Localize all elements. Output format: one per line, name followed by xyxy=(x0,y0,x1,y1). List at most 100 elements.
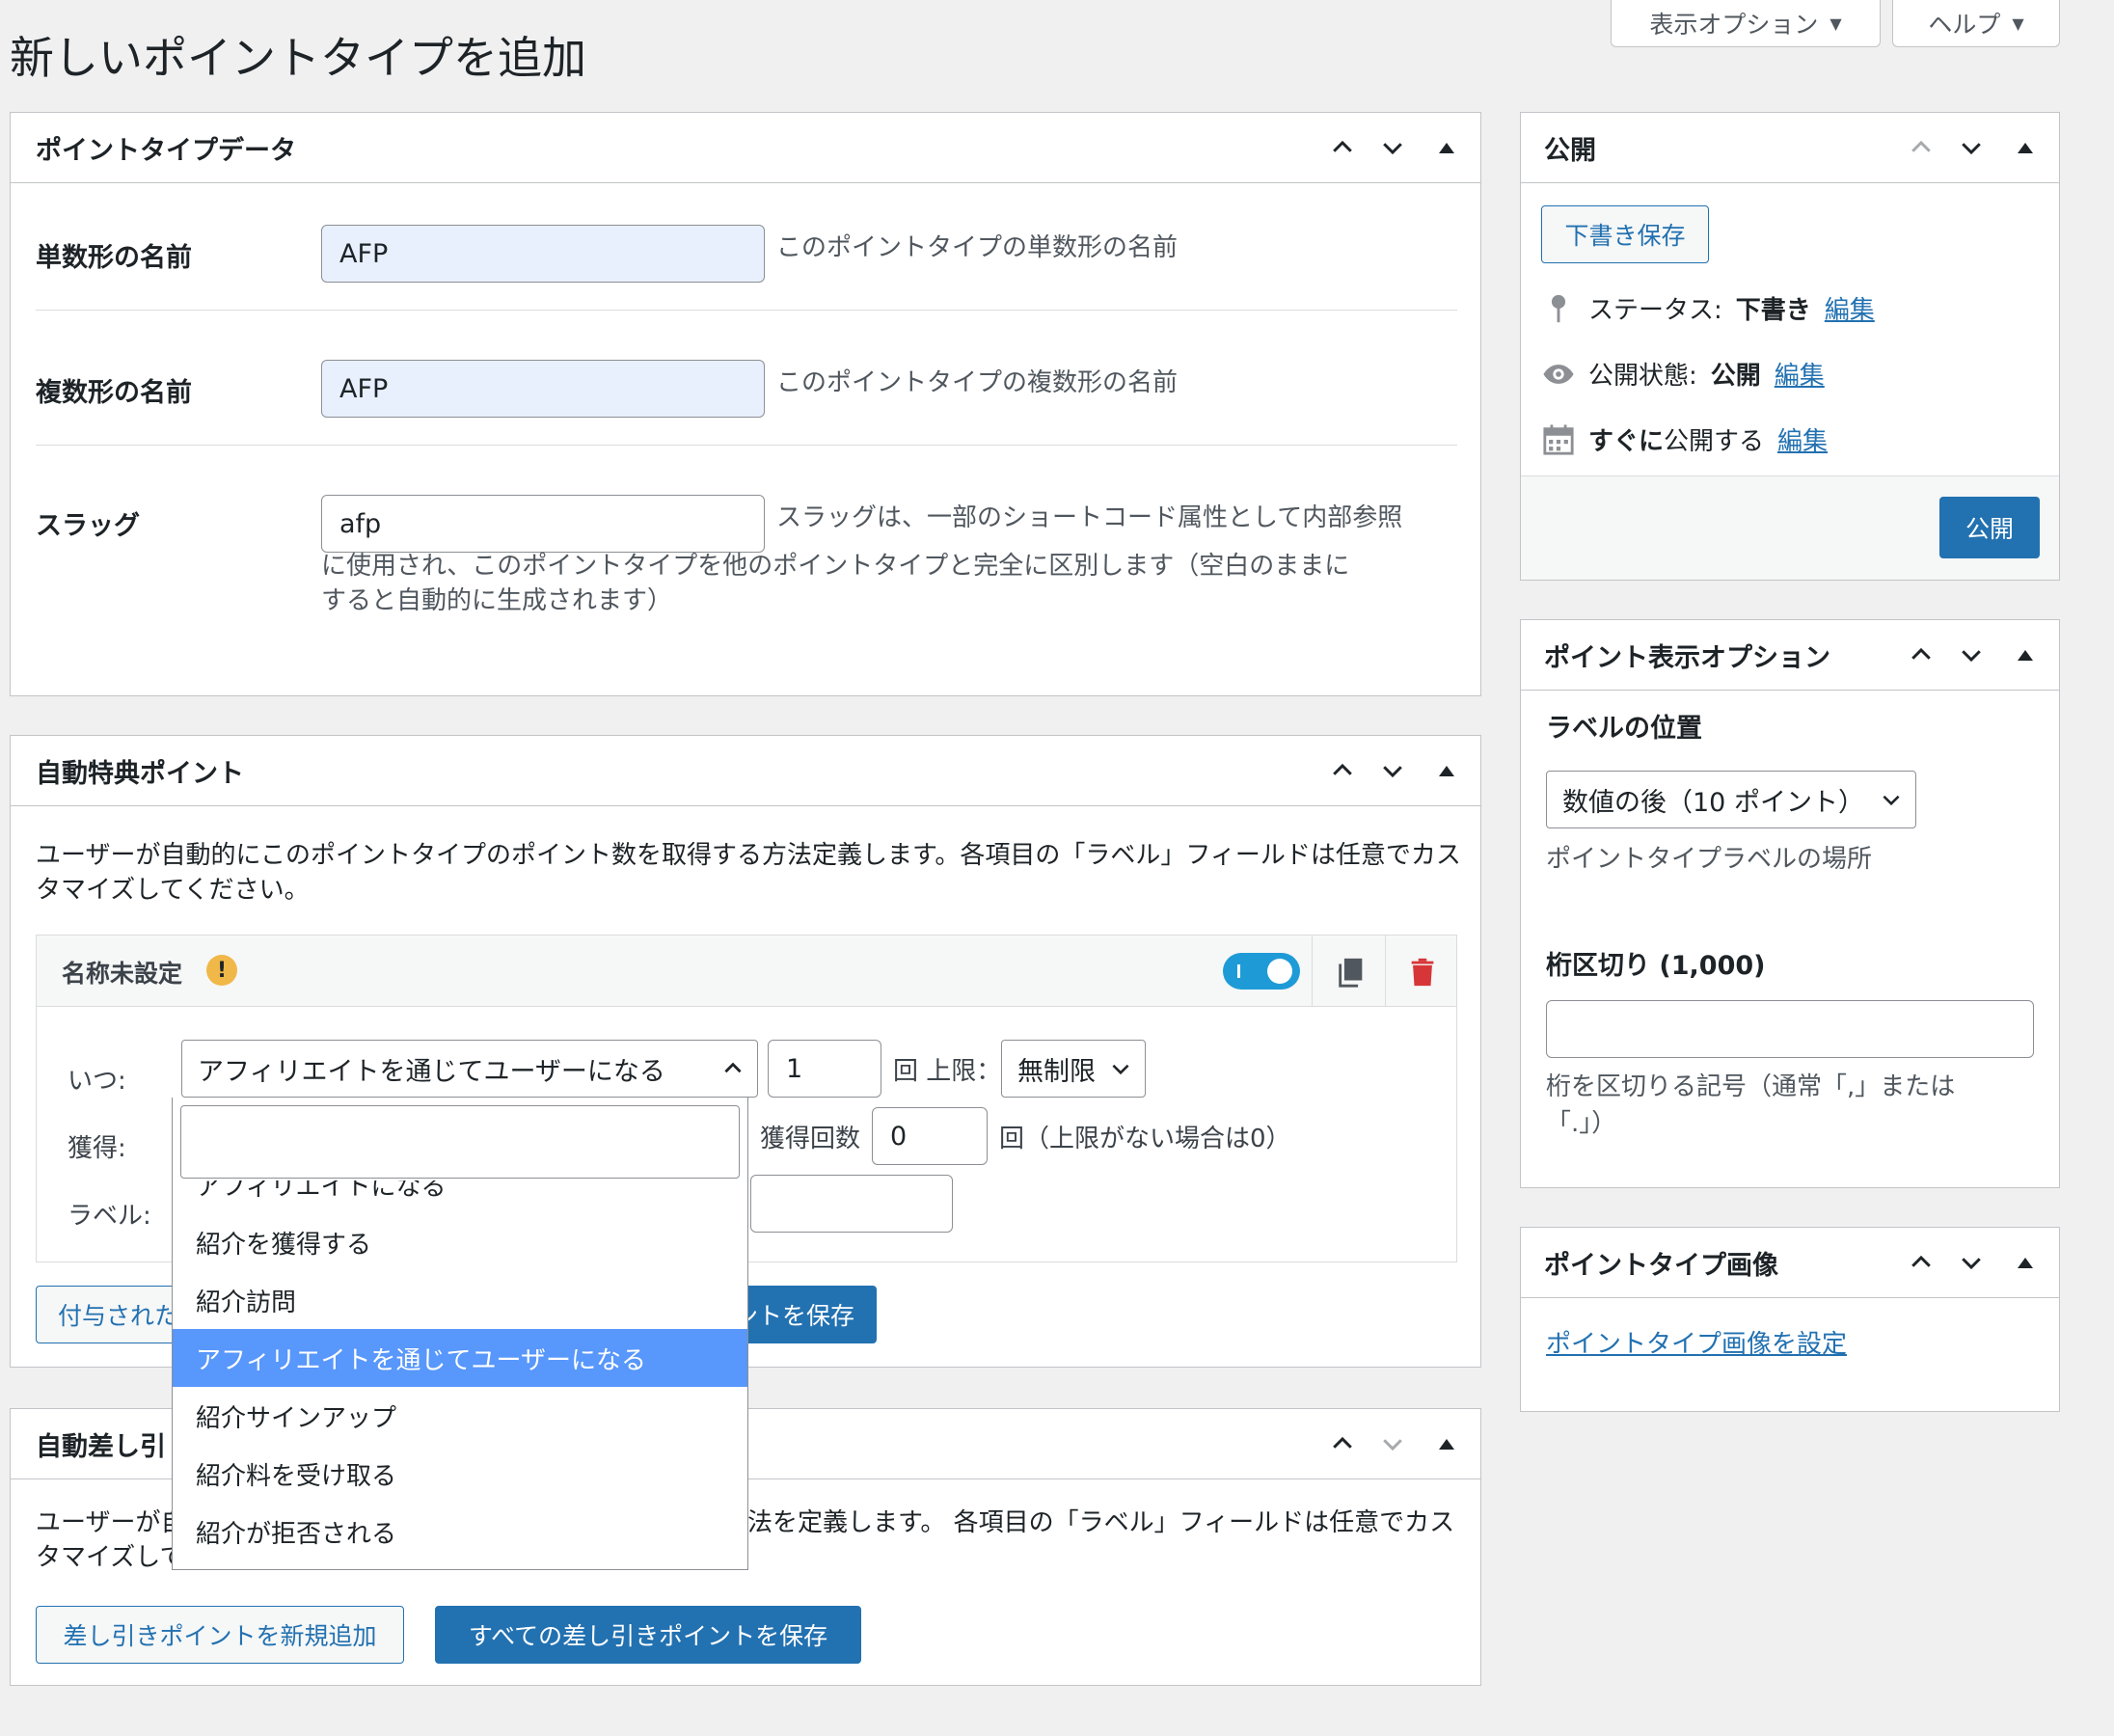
earn-count-suffix: 回（上限がない場合は0） xyxy=(999,1125,1291,1153)
toggle-panel-icon[interactable] xyxy=(1424,129,1461,166)
publish-button[interactable]: 公開 xyxy=(1939,497,2040,558)
singular-name-label: 単数形の名前 xyxy=(36,243,192,273)
toggle-knob xyxy=(1267,959,1292,984)
move-up-icon[interactable] xyxy=(1903,129,1939,166)
screen-options-button[interactable]: 表示オプション ▼ xyxy=(1611,0,1881,47)
postbox-header: 自動特典ポイント xyxy=(11,736,1480,806)
postbox-header: ポイントタイプデータ xyxy=(11,113,1480,183)
postbox-header: 公開 xyxy=(1521,113,2059,183)
duplicate-icon[interactable] xyxy=(1335,955,1368,990)
postbox-title: ポイントタイプ画像 xyxy=(1544,1250,1778,1281)
move-down-icon[interactable] xyxy=(1374,752,1411,789)
dropdown-option[interactable]: 紹介サインアップ xyxy=(173,1387,747,1445)
move-up-icon[interactable] xyxy=(1324,129,1361,166)
label-label: ラベル: xyxy=(68,1202,151,1231)
visibility-edit-link[interactable]: 編集 xyxy=(1775,356,1825,392)
slug-hint-line3: すると自動的に生成されます） xyxy=(321,586,673,615)
toggle-panel-icon[interactable] xyxy=(2003,637,2040,673)
warning-icon: ! xyxy=(206,955,237,986)
divider xyxy=(1312,936,1313,1007)
move-down-icon[interactable] xyxy=(1374,1425,1411,1462)
earn-label: 獲得: xyxy=(68,1134,126,1163)
move-up-icon[interactable] xyxy=(1324,752,1361,789)
save-deduct-button[interactable]: すべての差し引きポイントを保存 xyxy=(435,1606,861,1664)
status-label: ステータス: xyxy=(1588,296,1722,325)
chevron-down-icon xyxy=(1112,1064,1129,1075)
dropdown-option[interactable]: アフィリエイトになる xyxy=(173,1180,747,1213)
label-position-label: ラベルの位置 xyxy=(1546,714,1702,744)
dropdown-option[interactable]: 紹介料を受け取る xyxy=(173,1445,747,1503)
move-up-icon[interactable] xyxy=(1903,1244,1939,1281)
separator-input[interactable] xyxy=(1546,1000,2034,1058)
toggle-panel-icon[interactable] xyxy=(2003,1244,2040,1281)
point-image-box: ポイントタイプ画像 ポイントタイプ画像を設定 xyxy=(1520,1227,2060,1412)
postbox-title: 公開 xyxy=(1544,135,1596,166)
move-down-icon[interactable] xyxy=(1953,637,1990,673)
save-draft-button[interactable]: 下書き保存 xyxy=(1541,205,1709,263)
trash-icon[interactable] xyxy=(1406,955,1439,990)
slug-input[interactable]: afp xyxy=(321,495,765,553)
move-down-icon[interactable] xyxy=(1953,129,1990,166)
slug-hint-line2: に使用され、このポイントタイプを他のポイントタイプと完全に区別します（空白のまま… xyxy=(321,552,1350,581)
postbox-header: ポイントタイプ画像 xyxy=(1521,1228,2059,1298)
toggle-panel-icon[interactable] xyxy=(2003,129,2040,166)
screen-options-label: 表示オプション xyxy=(1649,11,1819,39)
slug-hint-line1: スラッグは、一部のショートコード属性として内部参照 xyxy=(776,503,1403,532)
slug-label: スラッグ xyxy=(36,511,140,541)
schedule-text: 公開する xyxy=(1664,427,1765,456)
when-select[interactable]: アフィリエイトを通じてユーザーになる xyxy=(181,1040,758,1098)
enable-toggle[interactable] xyxy=(1223,953,1300,990)
move-down-icon[interactable] xyxy=(1953,1244,1990,1281)
dropdown-option[interactable]: 紹介を獲得する xyxy=(173,1213,747,1271)
move-up-icon[interactable] xyxy=(1324,1425,1361,1462)
times-input[interactable]: 1 xyxy=(768,1040,881,1098)
earn-count-input[interactable]: 0 xyxy=(872,1107,988,1165)
add-deduct-button[interactable]: 差し引きポイントを新規追加 xyxy=(36,1606,404,1664)
singular-name-input[interactable]: AFP xyxy=(321,225,765,283)
when-dropdown: アフィリエイトになる 紹介を獲得する 紹介訪問 アフィリエイトを通じてユーザーになる紹… xyxy=(172,1098,748,1570)
hook-item-header: 名称未設定 ! xyxy=(37,936,1456,1007)
schedule-bold: すぐに xyxy=(1588,427,1665,456)
move-up-icon[interactable] xyxy=(1903,637,1939,673)
pin-icon xyxy=(1551,294,1566,322)
hook-item-name: 名称未設定 xyxy=(62,960,183,988)
visibility-row: 公開状態: 公開 編集 xyxy=(1542,356,1825,392)
visibility-label: 公開状態: xyxy=(1588,362,1697,391)
status-edit-link[interactable]: 編集 xyxy=(1825,290,1875,326)
label-position-hint: ポイントタイプラベルの場所 xyxy=(1546,845,1873,874)
when-label: いつ: xyxy=(68,1067,126,1096)
caret-down-icon: ▼ xyxy=(1829,14,1842,33)
help-button[interactable]: ヘルプ ▼ xyxy=(1892,0,2060,47)
dropdown-option[interactable]: アフィリエイトを通じてユーザーになる xyxy=(173,1329,747,1387)
divider xyxy=(1385,936,1386,1007)
singular-name-hint: このポイントタイプの単数形の名前 xyxy=(776,233,1179,262)
dropdown-option[interactable]: 紹介訪問 xyxy=(173,1271,747,1329)
separator-hint-line1: 桁を区切りる記号（通常「,」または xyxy=(1546,1072,1956,1101)
schedule-edit-link[interactable]: 編集 xyxy=(1777,421,1828,457)
point-type-data-box: ポイントタイプデータ 単数形の名前 AFP このポイントタイプの単数形の名前 複… xyxy=(10,112,1481,696)
status-value: 下書き xyxy=(1735,296,1811,325)
plural-name-input[interactable]: AFP xyxy=(321,360,765,418)
dropdown-search-input[interactable] xyxy=(180,1105,740,1179)
chevron-down-icon xyxy=(1883,795,1900,806)
label-position-select[interactable]: 数値の後（10 ポイント） xyxy=(1546,771,1916,828)
set-point-image-link[interactable]: ポイントタイプ画像を設定 xyxy=(1546,1324,1847,1360)
caret-down-icon: ▼ xyxy=(2012,14,2024,33)
limit-select-value: 無制限 xyxy=(1017,1056,1096,1087)
limit-select[interactable]: 無制限 xyxy=(1001,1040,1146,1098)
toggle-panel-icon[interactable] xyxy=(1424,752,1461,789)
help-label: ヘルプ xyxy=(1928,11,2001,39)
when-select-value: アフィリエイトを通じてユーザーになる xyxy=(198,1056,665,1087)
earn-count-label: 獲得回数 xyxy=(760,1125,861,1153)
label-input[interactable] xyxy=(750,1175,953,1233)
postbox-title: 自動特典ポイント xyxy=(36,758,244,789)
auto-award-description-line2: タマイズしてください。 xyxy=(36,876,310,905)
dropdown-option[interactable]: 紹介が拒否される xyxy=(173,1503,747,1560)
plural-name-label: 複数形の名前 xyxy=(36,378,192,408)
auto-deduct-description-start: ユーザーが自 xyxy=(36,1508,186,1537)
toggle-panel-icon[interactable] xyxy=(1424,1425,1461,1462)
calendar-icon xyxy=(1543,423,1574,455)
divider xyxy=(36,445,1457,446)
move-down-icon[interactable] xyxy=(1374,129,1411,166)
display-options-box: ポイント表示オプション ラベルの位置 数値の後（10 ポイント） ポイントタイプ… xyxy=(1520,619,2060,1188)
